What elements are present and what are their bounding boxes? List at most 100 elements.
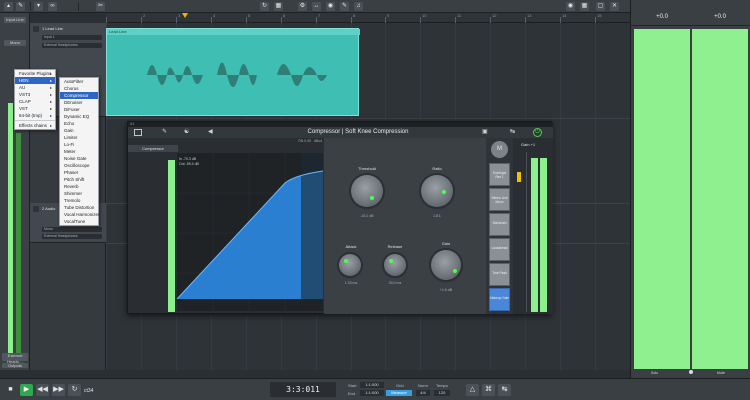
close-panel-icon[interactable]: ✕ bbox=[610, 2, 619, 11]
previous-preset-icon[interactable]: ◀ bbox=[208, 128, 213, 135]
knob-indicator bbox=[442, 190, 446, 194]
pencil-tool-icon[interactable]: ✎ bbox=[16, 2, 25, 11]
end-value[interactable]: 1:1:000 bbox=[360, 390, 384, 396]
envelope-button[interactable]: Envelope Res 1 bbox=[489, 163, 510, 186]
meter-scale bbox=[526, 152, 527, 312]
expand-icon[interactable]: ↔ bbox=[312, 2, 321, 11]
menu-item-noise-gate[interactable]: Noise Gate bbox=[60, 155, 98, 162]
norm-value[interactable]: 4/4 bbox=[416, 390, 430, 396]
threshold-knob[interactable] bbox=[351, 175, 383, 207]
sidebar-toggle-icon[interactable] bbox=[134, 129, 142, 136]
menu-item-autofilter[interactable]: AutoFilter bbox=[60, 78, 98, 85]
menu-item-effects-chains[interactable]: Effects chains ▸ bbox=[15, 122, 55, 129]
tab-compressor[interactable]: Compressor bbox=[128, 145, 178, 152]
chevron-down-icon[interactable]: ▾ bbox=[34, 2, 43, 11]
track-output[interactable]: External Headphones bbox=[42, 43, 102, 48]
fast-forward-icon[interactable]: ▶▶ bbox=[52, 384, 65, 396]
sidechain-button[interactable]: Sidechain bbox=[489, 213, 510, 236]
mixer-icon[interactable]: ▦ bbox=[580, 2, 589, 11]
transfer-curve-graph[interactable]: In -70.3 dB Out -59.4 dB bbox=[176, 152, 324, 312]
menu-item-hen[interactable]: HEN ▸ bbox=[15, 77, 55, 84]
menu-item-gain[interactable]: Gain bbox=[60, 127, 98, 134]
loop-icon[interactable]: ↻ bbox=[68, 384, 81, 396]
menu-item-echo[interactable]: Echo bbox=[60, 120, 98, 127]
menu-item-lofi[interactable]: Lo-Fi bbox=[60, 141, 98, 148]
count-in-icon[interactable]: ⌘ bbox=[482, 384, 495, 396]
menu-item-denoiser[interactable]: DEnoiser bbox=[60, 99, 98, 106]
audio-clip[interactable]: Lead Line bbox=[106, 28, 360, 116]
menu-item-chorus[interactable]: Chorus bbox=[60, 85, 98, 92]
stop-icon[interactable]: ■ bbox=[4, 384, 17, 396]
menu-item-phaser[interactable]: Phaser bbox=[60, 169, 98, 176]
menu-item-au[interactable]: AU ▸ bbox=[15, 84, 55, 91]
release-label: Release bbox=[387, 244, 403, 249]
save-icon[interactable]: ▣ bbox=[482, 128, 488, 135]
menu-item-difuser[interactable]: DiFuser bbox=[60, 106, 98, 113]
menu-item-dynamic-eq[interactable]: Dynamic EQ bbox=[60, 113, 98, 120]
lookahead-button[interactable]: Lookahead bbox=[489, 238, 510, 261]
makeup-gain-button[interactable]: Makeup Gain bbox=[489, 288, 510, 311]
menu-item-favorite-plugins[interactable]: Favorite Plugins ▸ bbox=[15, 70, 55, 77]
left-gain-readout[interactable]: +0.0 bbox=[634, 12, 690, 22]
metronome-icon[interactable]: △ bbox=[466, 384, 479, 396]
play-button[interactable]: ▶ bbox=[20, 384, 33, 396]
mute-label[interactable]: Mute bbox=[717, 371, 725, 375]
menu-item-vocal-harmonizer[interactable]: Vocal Harmonizer bbox=[60, 211, 100, 218]
view-icon[interactable]: ◉ bbox=[566, 2, 575, 11]
grid-icon[interactable]: ▦ bbox=[274, 2, 283, 11]
track-input[interactable]: Input L bbox=[42, 35, 102, 40]
gain-knob[interactable] bbox=[431, 250, 461, 280]
input-fader[interactable] bbox=[16, 133, 21, 353]
menu-item-tremolo[interactable]: Tremolo bbox=[60, 197, 98, 204]
time-display[interactable]: 3:3:011 bbox=[270, 382, 336, 397]
track-output[interactable]: External Headphones bbox=[42, 234, 102, 239]
menu-item-oscilloscope[interactable]: Oscilloscope bbox=[60, 162, 98, 169]
menu-item-meter[interactable]: Meter bbox=[60, 148, 98, 155]
playhead-marker[interactable] bbox=[182, 13, 188, 18]
tempo-value[interactable]: 120 bbox=[434, 390, 450, 396]
track-name[interactable]: 1 Lead Line bbox=[42, 26, 63, 31]
meter-mode-button[interactable]: M bbox=[491, 141, 508, 158]
track-name[interactable]: 2 Audio bbox=[42, 206, 55, 211]
stereo-link-button[interactable]: Stereo Link Mono bbox=[489, 188, 510, 211]
grid-unit-button[interactable]: Measure bbox=[386, 390, 412, 396]
pencil-icon[interactable]: ✎ bbox=[340, 2, 349, 11]
menu-item-shimmer[interactable]: Shimmer bbox=[60, 190, 98, 197]
menu-item-pitch-shift[interactable]: Pitch Shift bbox=[60, 176, 98, 183]
link-dot-icon[interactable] bbox=[689, 370, 693, 374]
plugin-power-icon[interactable]: ☯ bbox=[184, 128, 189, 135]
menu-item-vst[interactable]: VST ▸ bbox=[15, 105, 55, 112]
track-icon[interactable] bbox=[33, 26, 39, 32]
menu-item-clap[interactable]: CLAP ▸ bbox=[15, 98, 55, 105]
menu-item-reverb[interactable]: Reverb bbox=[60, 183, 98, 190]
scissors-icon[interactable]: ✂ bbox=[96, 2, 105, 11]
start-value[interactable]: 1:1:000 bbox=[360, 382, 384, 388]
routing-icon[interactable]: ↹ bbox=[510, 128, 515, 135]
menu-item-vocaltune[interactable]: VocalTune bbox=[60, 218, 98, 225]
ratio-knob[interactable] bbox=[421, 175, 453, 207]
right-gain-readout[interactable]: +0.0 bbox=[692, 12, 748, 22]
punch-icon[interactable]: ↹ bbox=[498, 384, 511, 396]
window-icon[interactable]: ▢ bbox=[596, 2, 605, 11]
menu-item-tube-distortion[interactable]: Tube Distortion bbox=[60, 204, 98, 211]
release-knob[interactable] bbox=[384, 254, 406, 276]
attack-knob[interactable] bbox=[339, 254, 361, 276]
link-icon[interactable]: ∞ bbox=[48, 2, 57, 11]
true-peak-button[interactable]: True Peak bbox=[489, 263, 510, 286]
menu-item-vst3[interactable]: VST3 ▸ bbox=[15, 91, 55, 98]
rewind-icon[interactable]: ◀◀ bbox=[36, 384, 49, 396]
menu-item-64bit[interactable]: 64-bit (tmp) ▸ bbox=[15, 112, 55, 119]
camera-icon[interactable]: ◉ bbox=[326, 2, 335, 11]
pencil-icon[interactable]: ✎ bbox=[162, 128, 167, 135]
arrow-tool-icon[interactable]: ▴ bbox=[4, 2, 13, 11]
mono-button[interactable]: Mono bbox=[4, 40, 26, 46]
track-icon[interactable] bbox=[33, 206, 39, 212]
settings-icon[interactable]: ⚙ bbox=[298, 2, 307, 11]
menu-item-compressor[interactable]: Compressor bbox=[60, 92, 98, 99]
loop-icon[interactable]: ↻ bbox=[260, 2, 269, 11]
menu-item-limiter[interactable]: Limiter bbox=[60, 134, 98, 141]
speaker-icon[interactable]: ♫ bbox=[354, 2, 363, 11]
power-icon[interactable]: ⏻ bbox=[533, 128, 542, 137]
track-input[interactable]: Mono bbox=[42, 227, 102, 232]
solo-label[interactable]: Solo bbox=[651, 371, 658, 375]
